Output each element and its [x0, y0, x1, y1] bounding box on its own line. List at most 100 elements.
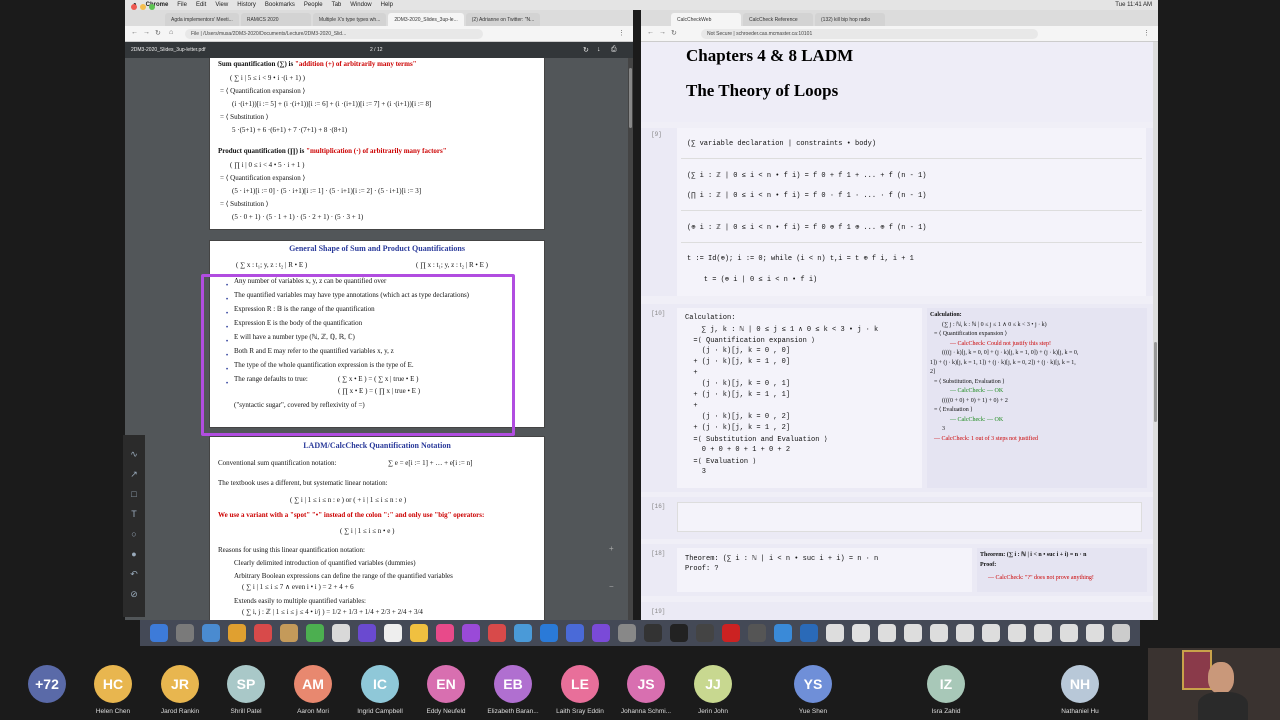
tab-radio[interactable]: (132) kill bip hop radio	[815, 13, 885, 26]
participant-avatar[interactable]: IZ	[927, 665, 965, 703]
dock-app-icon[interactable]	[306, 624, 324, 642]
dock-app-icon[interactable]	[930, 624, 948, 642]
menu-dots-icon[interactable]: ⋮	[1143, 29, 1150, 37]
dock-app-icon[interactable]	[696, 624, 714, 642]
text-icon[interactable]: T	[129, 509, 139, 519]
dock-app-icon[interactable]	[826, 624, 844, 642]
dock-app-icon[interactable]	[410, 624, 428, 642]
zoom-window-icon[interactable]	[149, 4, 155, 10]
cell-19[interactable]: [19]	[641, 602, 1158, 620]
undo-icon[interactable]: ↶	[129, 569, 139, 579]
dock-app-icon[interactable]	[1034, 624, 1052, 642]
dock-app-icon[interactable]	[722, 624, 740, 642]
dock-app-icon[interactable]	[1060, 624, 1078, 642]
zoom-in-icon[interactable]: +	[609, 544, 614, 553]
participant-avatar[interactable]: JS	[627, 665, 665, 703]
cell-18[interactable]: [18] Theorem: (∑ i : ℕ | i < n • suc i +…	[641, 544, 1158, 596]
tab-calccheck-reference[interactable]: CalcCheck Reference	[743, 13, 813, 26]
eraser-icon[interactable]: ○	[129, 529, 139, 539]
download-icon[interactable]: ↓	[597, 46, 601, 53]
dock-app-icon[interactable]	[202, 624, 220, 642]
calc-line: (j · k)[j, k = 0 , 0]	[685, 347, 791, 355]
rotate-icon[interactable]: ↻	[583, 46, 589, 54]
conventional-text: Conventional sum quantification notation…	[218, 459, 337, 467]
dock-app-icon[interactable]	[436, 624, 454, 642]
dock-app-icon[interactable]	[254, 624, 272, 642]
zoom-out-icon[interactable]: −	[609, 582, 614, 591]
dock-app-icon[interactable]	[566, 624, 584, 642]
close-window-icon[interactable]	[131, 4, 137, 10]
dock-app-icon[interactable]	[280, 624, 298, 642]
participant-avatar[interactable]: AM	[294, 665, 332, 703]
clear-icon[interactable]: ⊘	[129, 589, 139, 599]
dock-app-icon[interactable]	[358, 624, 376, 642]
dock-app-icon[interactable]	[592, 624, 610, 642]
tab-agda[interactable]: Agda implementors' Meeti...	[165, 13, 239, 26]
participant-avatar[interactable]: YS	[794, 665, 832, 703]
heading-cell[interactable]: Chapters 4 & 8 LADM The Theory of Loops	[641, 42, 1158, 122]
participant-avatar[interactable]: EB	[494, 665, 532, 703]
participant-name: Ingrid Campbell	[357, 708, 403, 715]
forward-icon[interactable]: →	[659, 29, 666, 36]
tab-twitter[interactable]: (2) Adrianne on Twitter: "N...	[465, 13, 541, 26]
participant-avatar[interactable]: NH	[1061, 665, 1099, 703]
dock-app-icon[interactable]	[982, 624, 1000, 642]
participant-avatar[interactable]: IC	[361, 665, 399, 703]
cell-9[interactable]: [9] (∑ variable declaration | constraint…	[641, 128, 1158, 296]
minimize-window-icon[interactable]	[140, 4, 146, 10]
tab-multiple[interactable]: Multiple X's type types wh...	[312, 13, 387, 26]
dock-app-icon[interactable]	[878, 624, 896, 642]
dock-app-icon[interactable]	[332, 624, 350, 642]
dock-app-icon[interactable]	[1008, 624, 1026, 642]
dock-app-icon[interactable]	[956, 624, 974, 642]
pdf-viewer[interactable]: Sum quantification (∑) is "addition (+) …	[125, 58, 633, 620]
dock-app-icon[interactable]	[670, 624, 688, 642]
dock-app-icon[interactable]	[748, 624, 766, 642]
rectangle-icon[interactable]: □	[129, 489, 139, 499]
print-icon[interactable]: ⎙	[611, 46, 617, 54]
participant-avatar[interactable]: SP	[227, 665, 265, 703]
back-icon[interactable]: ←	[131, 29, 138, 36]
participant-avatar[interactable]: LE	[561, 665, 599, 703]
cell-16[interactable]: [16]	[641, 497, 1158, 539]
participant-avatar[interactable]: HC	[94, 665, 132, 703]
participant-avatar[interactable]: JR	[161, 665, 199, 703]
participant-avatar[interactable]: JJ	[694, 665, 732, 703]
pen-icon[interactable]: ∿	[129, 449, 139, 459]
dock-app-icon[interactable]	[462, 624, 480, 642]
home-icon[interactable]: ⌂	[169, 29, 173, 36]
address-bar[interactable]: Not Secure | schroeder.cas.mcmaster.ca:1…	[701, 29, 1038, 39]
dock-app-icon[interactable]	[228, 624, 246, 642]
dock-app-icon[interactable]	[904, 624, 922, 642]
back-icon[interactable]: ←	[647, 29, 654, 36]
arrow-icon[interactable]: ↗	[129, 469, 139, 479]
address-bar[interactable]: File | /Users/musa/2DM3-2020/Documents/L…	[185, 29, 483, 39]
participant-avatar[interactable]: EN	[427, 665, 465, 703]
tab-calccheckweb[interactable]: CalcCheckWeb	[671, 13, 741, 26]
dock-app-icon[interactable]	[852, 624, 870, 642]
cell-10[interactable]: [10] Calculation: ∑ j, k : ℕ | 0 ≤ j ≤ 1…	[641, 304, 1158, 492]
dock-app-icon[interactable]	[618, 624, 636, 642]
dock-app-icon[interactable]	[384, 624, 402, 642]
dock-app-icon[interactable]	[774, 624, 792, 642]
dock-app-icon[interactable]	[644, 624, 662, 642]
pdf-scrollbar[interactable]	[628, 58, 633, 620]
dock-app-icon[interactable]	[1112, 624, 1130, 642]
dock-app-icon[interactable]	[800, 624, 818, 642]
cell-16-empty-editor[interactable]	[677, 502, 1142, 532]
tab-ramics[interactable]: RAMiCS 2020	[240, 13, 311, 26]
menu-dots-icon[interactable]: ⋮	[618, 29, 625, 37]
forward-icon[interactable]: →	[143, 29, 150, 36]
reload-icon[interactable]: ↻	[671, 29, 677, 37]
dock-app-icon[interactable]	[1086, 624, 1104, 642]
color-icon[interactable]: ●	[129, 549, 139, 559]
calccheck-scrollbar[interactable]	[1153, 42, 1158, 620]
dock-app-icon[interactable]	[488, 624, 506, 642]
reload-icon[interactable]: ↻	[155, 29, 161, 37]
dock-app-icon[interactable]	[540, 624, 558, 642]
participant-avatar[interactable]: +72	[28, 665, 66, 703]
dock-app-icon[interactable]	[176, 624, 194, 642]
tab-slides[interactable]: 2DM3-2020_Slides_3up-le...	[388, 13, 464, 26]
dock-app-icon[interactable]	[514, 624, 532, 642]
dock-app-icon[interactable]	[150, 624, 168, 642]
